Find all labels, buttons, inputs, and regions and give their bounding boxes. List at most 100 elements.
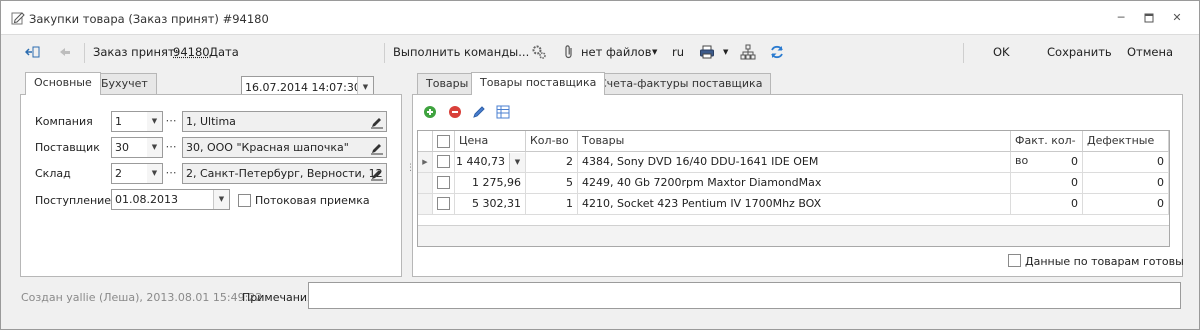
qty-cell[interactable]: 5 [526, 173, 578, 194]
minimize-icon[interactable]: ─ [1113, 10, 1129, 26]
product-cell[interactable]: 4249, 40 Gb 7200rpm Maxtor DiamondMax [578, 173, 1011, 194]
stream-receiving-label: Потоковая приемка [255, 194, 370, 207]
company-name-field: 1, Ultima [182, 111, 387, 132]
date-label: Дата [209, 45, 239, 59]
defective-cell[interactable]: 0 [1083, 194, 1169, 215]
tab-supplier-products[interactable]: Товары поставщика [471, 72, 606, 95]
warehouse-id-input[interactable]: 2 [111, 163, 149, 184]
notes-input[interactable] [308, 282, 1181, 309]
price-cell[interactable]: 1 275,96 [455, 173, 526, 194]
row-indicator [418, 194, 433, 215]
warehouse-label: Склад [35, 167, 71, 180]
company-dropdown-icon[interactable]: ▼ [147, 111, 163, 132]
data-ready-checkbox[interactable] [1008, 254, 1021, 267]
qty-cell[interactable]: 2 [526, 152, 578, 173]
warehouse-name-field: 2, Санкт-Петербург, Верности, 12 [182, 163, 387, 184]
row-indicator-icon: ▶ [418, 152, 433, 173]
edit-row-icon[interactable] [472, 105, 486, 119]
toolbar-separator [384, 43, 385, 63]
add-row-icon[interactable] [423, 105, 437, 119]
supplier-more-icon[interactable]: ⋯ [162, 137, 180, 158]
company-id-input[interactable]: 1 [111, 111, 149, 132]
warehouse-dropdown-icon[interactable]: ▼ [147, 163, 163, 184]
window: Закупки товара (Заказ принят) #94180 ─ ✕… [0, 0, 1200, 330]
run-commands-button[interactable]: Выполнить команды... [393, 36, 529, 68]
undo-icon[interactable] [57, 44, 73, 60]
table-row [433, 173, 455, 194]
grid-footer [418, 225, 1169, 246]
grid-select-all-header [433, 131, 455, 152]
company-more-icon[interactable]: ⋯ [162, 111, 180, 132]
notes-label: Примечания: [242, 291, 318, 304]
defective-cell[interactable]: 0 [1083, 152, 1169, 173]
tab-supplier-invoices[interactable]: Счета-фактуры поставщика [590, 73, 772, 95]
tab-products[interactable]: Товары [417, 73, 478, 95]
column-header-products[interactable]: Товары [578, 131, 1011, 152]
company-label: Компания [35, 115, 93, 128]
printer-icon[interactable] [699, 44, 715, 60]
product-cell[interactable]: 4210, Socket 423 Pentium IV 1700Mhz BOX [578, 194, 1011, 215]
restore-icon[interactable] [1141, 10, 1157, 26]
stream-receiving-checkbox[interactable] [238, 194, 251, 207]
column-header-fact-qty[interactable]: Факт. кол-во [1011, 131, 1083, 167]
column-header-defective[interactable]: Дефектные [1083, 131, 1169, 152]
table-row [433, 194, 455, 215]
files-dropdown-icon[interactable]: ▼ [652, 36, 657, 68]
row-checkbox[interactable] [437, 197, 450, 210]
order-status-label: Заказ принят: [93, 45, 179, 59]
language-button[interactable]: ru [672, 36, 684, 68]
files-button[interactable]: нет файлов [581, 36, 651, 68]
arrival-label: Поступление [35, 194, 112, 207]
row-checkbox[interactable] [437, 176, 450, 189]
company-name: 1, Ultima [186, 115, 236, 128]
cancel-button[interactable]: Отмена [1127, 36, 1173, 68]
save-button[interactable]: Сохранить [1047, 36, 1112, 68]
tab-main[interactable]: Основные [25, 72, 101, 95]
order-number-link[interactable]: 94180 [173, 36, 210, 68]
back-panel-icon[interactable] [25, 44, 41, 60]
fact-qty-cell[interactable]: 0 [1011, 194, 1083, 215]
fact-qty-cell[interactable]: 0 [1011, 173, 1083, 194]
price-cell[interactable]: 5 302,31 [455, 194, 526, 215]
data-ready-label: Данные по товарам готовы [1025, 255, 1184, 268]
supplier-name-field: 30, ООО "Красная шапочка" [182, 137, 387, 158]
tab-accounting[interactable]: Бухучет [92, 73, 157, 95]
row-checkbox[interactable] [437, 155, 450, 168]
price-dropdown-icon[interactable]: ▼ [509, 153, 525, 172]
fact-qty-cell[interactable]: 0 [1011, 152, 1083, 173]
row-indicator [418, 173, 433, 194]
remove-row-icon[interactable] [448, 105, 462, 119]
paperclip-icon[interactable] [561, 44, 577, 60]
toolbar-separator [963, 43, 964, 63]
column-header-price[interactable]: Цена [455, 131, 526, 152]
date-value: 16.07.2014 14:07:30 [245, 81, 361, 94]
supplier-id-input[interactable]: 30 [111, 137, 149, 158]
gears-icon[interactable] [531, 44, 547, 60]
arrival-date-value: 01.08.2013 [115, 193, 178, 206]
chevron-down-icon[interactable]: ▼ [213, 190, 229, 209]
hierarchy-icon[interactable] [740, 44, 756, 60]
toolbar: Заказ принят: 94180 Дата 16.07.2014 14:0… [1, 36, 1199, 99]
supplier-dropdown-icon[interactable]: ▼ [147, 137, 163, 158]
qty-cell[interactable]: 1 [526, 194, 578, 215]
warehouse-more-icon[interactable]: ⋯ [162, 163, 180, 184]
print-dropdown-icon[interactable]: ▼ [723, 36, 728, 68]
defective-cell[interactable]: 0 [1083, 173, 1169, 194]
pencil-icon[interactable] [370, 115, 384, 129]
created-info: Создан yallie (Леша), 2013.08.01 15:49:2… [21, 291, 263, 304]
table-row [433, 152, 455, 173]
title-bar: Закупки товара (Заказ принят) #94180 ─ ✕ [1, 1, 1199, 35]
toolbar-separator [84, 43, 85, 63]
supplier-name: 30, ООО "Красная шапочка" [186, 141, 349, 154]
arrival-date-input[interactable]: 01.08.2013 ▼ [111, 189, 230, 210]
pencil-icon[interactable] [370, 167, 384, 181]
close-icon[interactable]: ✕ [1169, 10, 1185, 26]
ok-button[interactable]: OK [993, 36, 1010, 68]
product-cell[interactable]: 4384, Sony DVD 16/40 DDU-1641 IDE OEM [578, 152, 1011, 173]
supplier-label: Поставщик [35, 141, 100, 154]
column-chooser-icon[interactable] [496, 105, 510, 119]
select-all-checkbox[interactable] [437, 135, 450, 148]
column-header-qty[interactable]: Кол-во [526, 131, 578, 152]
pencil-icon[interactable] [370, 141, 384, 155]
refresh-icon[interactable] [769, 44, 785, 60]
